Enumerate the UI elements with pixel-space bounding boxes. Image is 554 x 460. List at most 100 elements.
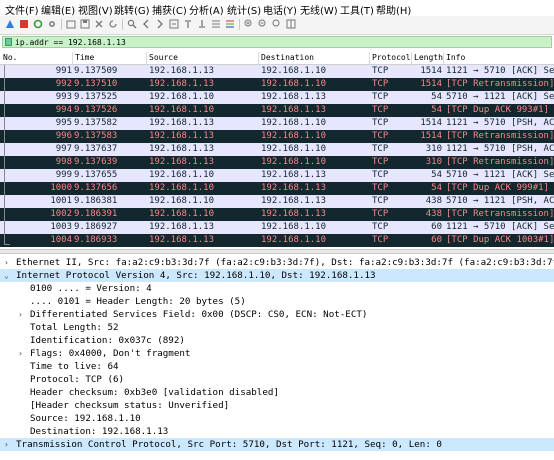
packet-row[interactable]: 1000 9.137656 192.168.1.10 192.168.1.13 TCP 5…: [0, 182, 554, 195]
packet-row[interactable]: 997 9.137637 192.168.1.13 192.168.1.10 TCP 31…: [0, 143, 554, 156]
packet-row[interactable]: 991 9.137509 192.168.1.13 192.168.1.10 TCP 15…: [0, 65, 554, 78]
menu-view[interactable]: 视图(V): [78, 2, 113, 17]
packet-info: 5710 → 1121 [ACK] Seq: [446, 92, 554, 102]
stop-capture-icon[interactable]: [18, 18, 30, 30]
menu-analyze[interactable]: 分析(A): [189, 2, 224, 17]
display-filter-bar: ip.addr == 192.168.1.13: [0, 35, 554, 51]
packet-row[interactable]: 996 9.137583 192.168.1.13 192.168.1.10 TCP 15…: [0, 130, 554, 143]
menu-statistics[interactable]: 统计(S): [227, 2, 261, 17]
tree-item-protocol[interactable]: Protocol: TCP (6): [0, 373, 554, 386]
expand-arrow-icon[interactable]: ›: [18, 308, 23, 321]
tree-item-total-length[interactable]: Total Length: 52: [0, 321, 554, 334]
tree-item-header-length[interactable]: .... 0101 = Header Length: 20 bytes (5): [0, 295, 554, 308]
tree-item-destination[interactable]: Destination: 192.168.1.13: [0, 425, 554, 438]
menu-wireless[interactable]: 无线(W): [300, 2, 338, 17]
bookmark-icon[interactable]: [5, 38, 12, 46]
packet-no: 1000: [50, 183, 72, 193]
packet-row[interactable]: 998 9.137639 192.168.1.13 192.168.1.10 TCP 31…: [0, 156, 554, 169]
packet-time: 9.137656: [74, 183, 118, 193]
packet-row[interactable]: 1002 9.186391 192.168.1.10 192.168.1.13 TCP 4…: [0, 208, 554, 221]
column-header-info[interactable]: Info: [446, 53, 465, 62]
menu-capture[interactable]: 捕获(C): [152, 2, 187, 17]
go-to-packet-icon[interactable]: [168, 18, 180, 30]
restart-capture-icon[interactable]: [32, 18, 44, 30]
packet-source: 192.168.1.13: [149, 131, 215, 141]
menu-help[interactable]: 帮助(H): [376, 2, 411, 17]
packet-row[interactable]: 995 9.137582 192.168.1.13 192.168.1.10 TCP 15…: [0, 117, 554, 130]
packet-destination: 192.168.1.13: [261, 170, 327, 180]
menu-edit[interactable]: 编辑(E): [41, 2, 75, 17]
packet-time: 9.137583: [74, 131, 118, 141]
first-packet-icon[interactable]: [182, 18, 194, 30]
packet-length: 310: [425, 157, 442, 167]
tree-item-dsfield[interactable]: › Differentiated Services Field: 0x00 (DS…: [0, 308, 554, 321]
packet-row[interactable]: 1001 9.186381 192.168.1.10 192.168.1.13 TCP 4…: [0, 195, 554, 208]
packet-no: 1001: [50, 196, 72, 206]
menu-tools[interactable]: 工具(T): [340, 2, 374, 17]
menu-bar: 文件(F) 编辑(E) 视图(V) 跳转(G) 捕获(C) 分析(A) 统计(S…: [0, 0, 554, 17]
display-filter-input[interactable]: ip.addr == 192.168.1.13: [2, 36, 552, 48]
capture-options-icon[interactable]: [46, 18, 58, 30]
expand-arrow-icon[interactable]: ›: [18, 347, 23, 360]
packet-destination: 192.168.1.10: [261, 157, 327, 167]
expand-arrow-icon[interactable]: ›: [4, 438, 9, 451]
tree-item-tcp[interactable]: › Transmission Control Protocol, Src Port…: [0, 438, 554, 451]
column-header-protocol[interactable]: Protocol: [372, 53, 411, 62]
expand-arrow-icon[interactable]: ›: [4, 256, 9, 269]
normal-size-icon[interactable]: [271, 18, 283, 30]
go-forward-icon[interactable]: [154, 18, 166, 30]
tree-item-identification[interactable]: Identification: 0x037c (892): [0, 334, 554, 347]
packet-row[interactable]: 993 9.137525 192.168.1.10 192.168.1.13 TCP 54…: [0, 91, 554, 104]
find-packet-icon[interactable]: [126, 18, 138, 30]
packet-protocol: TCP: [372, 170, 389, 180]
packet-time: 9.137582: [74, 118, 118, 128]
packet-no: 993: [55, 92, 72, 102]
tree-item-ipv4[interactable]: ⌄ Internet Protocol Version 4, Src: 192.1…: [0, 269, 554, 282]
packet-protocol: TCP: [372, 92, 389, 102]
column-header-no[interactable]: No.: [3, 53, 17, 62]
column-header-destination[interactable]: Destination: [261, 53, 314, 62]
resize-columns-icon[interactable]: [285, 18, 297, 30]
last-packet-icon[interactable]: [196, 18, 208, 30]
column-header-time[interactable]: Time: [75, 53, 94, 62]
packet-destination: 192.168.1.13: [261, 183, 327, 193]
collapse-arrow-icon[interactable]: ⌄: [4, 269, 9, 282]
packet-list[interactable]: 991 9.137509 192.168.1.13 192.168.1.10 TCP 15…: [0, 65, 554, 249]
packet-row[interactable]: 992 9.137510 192.168.1.13 192.168.1.10 TCP 15…: [0, 78, 554, 91]
packet-time: 9.186391: [74, 209, 118, 219]
tree-item-ethernet[interactable]: › Ethernet II, Src: fa:a2:c9:b3:3d:7f (fa…: [0, 256, 554, 269]
menu-go[interactable]: 跳转(G): [114, 2, 150, 17]
packet-source: 192.168.1.10: [149, 209, 215, 219]
packet-no: 1002: [50, 209, 72, 219]
column-header-source[interactable]: Source: [149, 53, 178, 62]
packet-length: 1514: [420, 79, 442, 89]
zoom-out-icon[interactable]: [257, 18, 269, 30]
tree-item-version[interactable]: 0100 .... = Version: 4: [0, 282, 554, 295]
packet-protocol: TCP: [372, 118, 389, 128]
packet-protocol: TCP: [372, 196, 389, 206]
packet-details-tree[interactable]: › Ethernet II, Src: fa:a2:c9:b3:3d:7f (fa…: [0, 254, 554, 460]
packet-row[interactable]: 1004 9.186933 192.168.1.13 192.168.1.10 TCP 6…: [0, 234, 554, 247]
tree-item-checksum-status[interactable]: [Header checksum status: Unverified]: [0, 399, 554, 412]
packet-row[interactable]: 999 9.137655 192.168.1.10 192.168.1.13 TCP 54…: [0, 169, 554, 182]
open-file-icon[interactable]: [65, 18, 77, 30]
column-header-length[interactable]: Length: [414, 53, 443, 62]
menu-telephony[interactable]: 电话(Y): [263, 2, 297, 17]
packet-row[interactable]: 994 9.137526 192.168.1.10 192.168.1.13 TCP 54…: [0, 104, 554, 117]
go-back-icon[interactable]: [140, 18, 152, 30]
zoom-in-icon[interactable]: [243, 18, 255, 30]
colorize-icon[interactable]: [224, 18, 236, 30]
tree-item-flags[interactable]: › Flags: 0x4000, Don't fragment: [0, 347, 554, 360]
shark-fin-start-icon[interactable]: [4, 18, 16, 30]
autoscroll-icon[interactable]: [210, 18, 222, 30]
reload-file-icon[interactable]: [107, 18, 119, 30]
tree-item-checksum[interactable]: Header checksum: 0xb3e0 [validation disa…: [0, 386, 554, 399]
tree-item-source[interactable]: Source: 192.168.1.10: [0, 412, 554, 425]
close-file-icon[interactable]: [93, 18, 105, 30]
packet-time: 9.137637: [74, 144, 118, 154]
packet-row[interactable]: 1003 9.186927 192.168.1.13 192.168.1.10 TCP 6…: [0, 221, 554, 234]
tree-item-ttl[interactable]: Time to live: 64: [0, 360, 554, 373]
save-file-icon[interactable]: [79, 18, 91, 30]
packet-length: 54: [431, 183, 442, 193]
menu-file[interactable]: 文件(F): [5, 2, 39, 17]
